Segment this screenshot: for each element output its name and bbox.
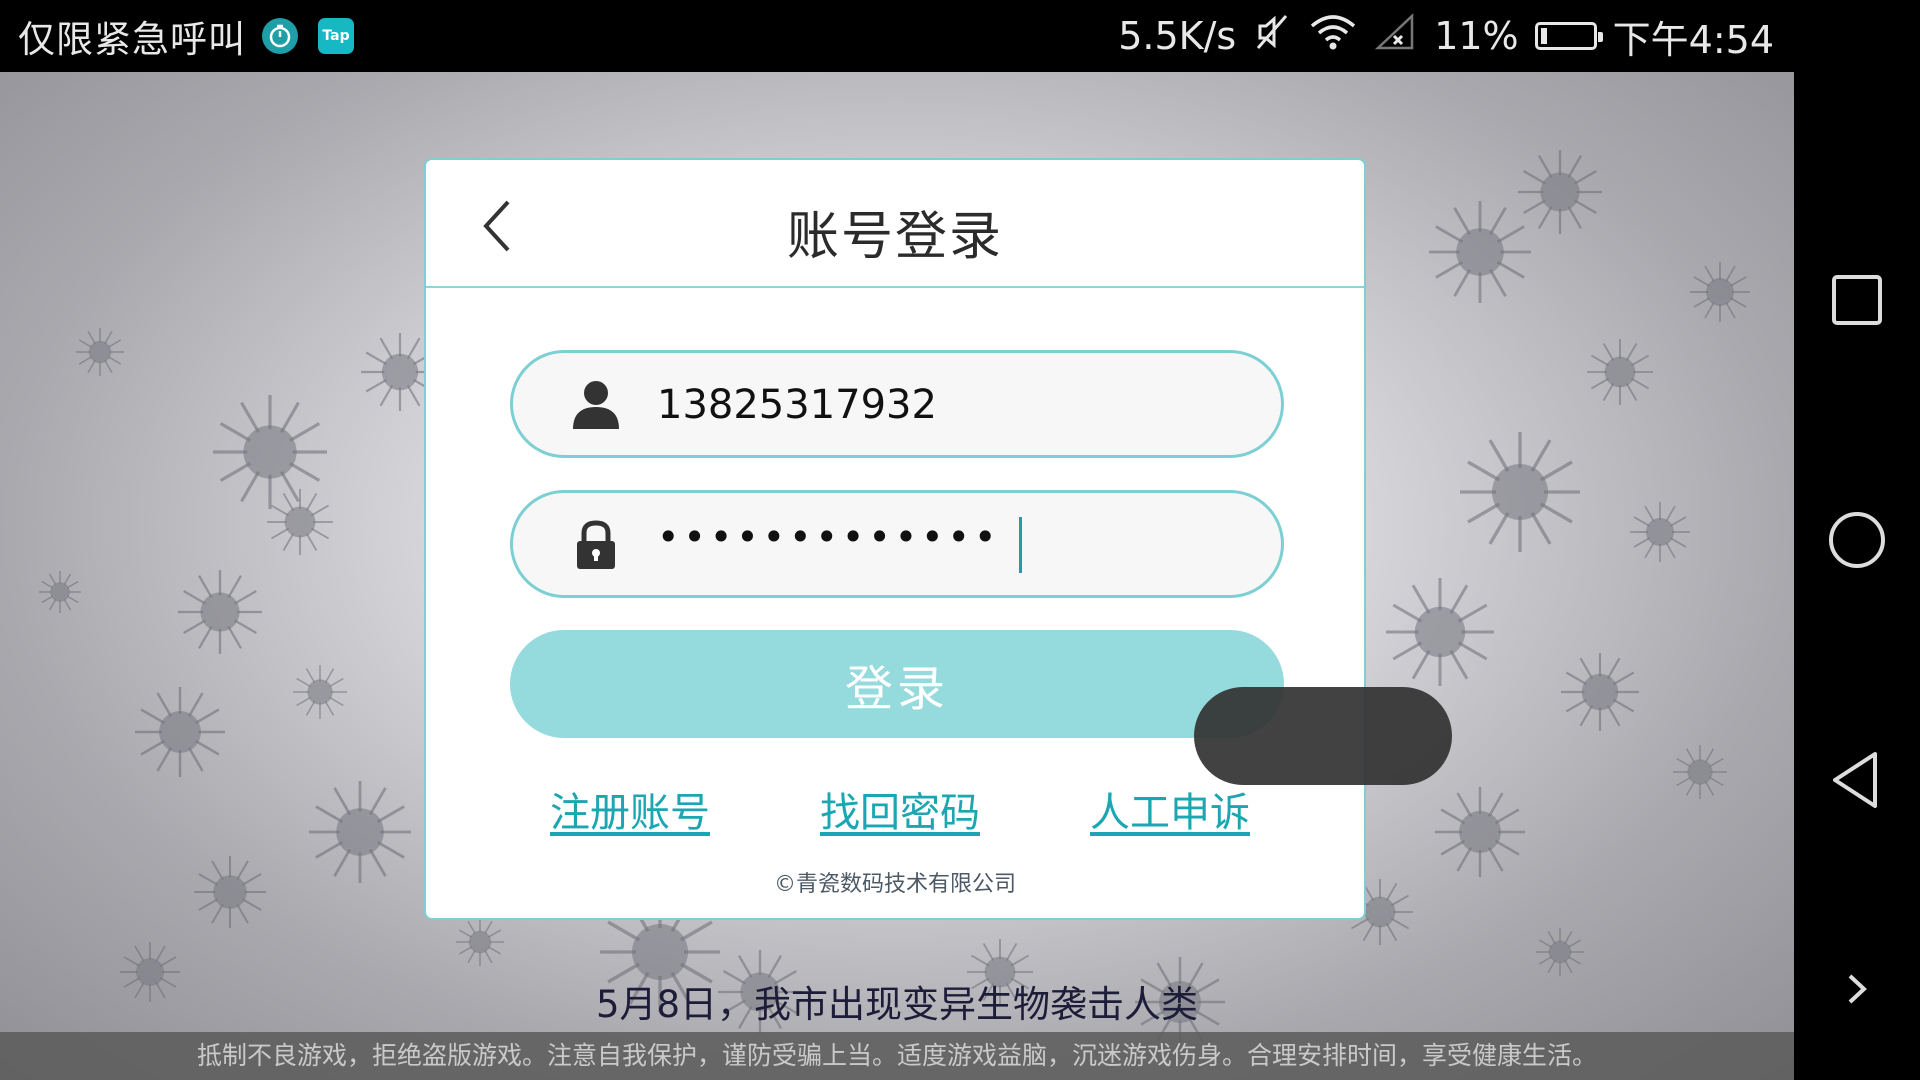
recover-password-link[interactable]: 找回密码 xyxy=(820,780,980,838)
username-field[interactable] xyxy=(510,350,1284,458)
user-icon xyxy=(571,379,621,431)
clock: 下午4:54 xyxy=(1612,17,1774,62)
tap-icon: Tap xyxy=(318,18,354,54)
lock-icon xyxy=(571,519,621,571)
health-notice: 抵制不良游戏，拒绝盗版游戏。注意自我保护，谨防受骗上当。适度游戏益脑，沉迷游戏伤… xyxy=(0,1032,1794,1080)
dialog-title: 账号登录 xyxy=(786,207,1003,267)
carrier-label: 仅限紧急呼叫 xyxy=(18,18,246,61)
battery-level xyxy=(1540,28,1547,44)
navigation-bar xyxy=(1794,0,1920,1080)
status-right: 5.5K/s 11% 下午4:54 xyxy=(1118,0,1774,72)
battery-icon xyxy=(1534,22,1603,50)
nav-back-icon[interactable] xyxy=(1823,746,1891,814)
wifi-icon xyxy=(1308,12,1358,61)
register-link[interactable]: 注册账号 xyxy=(550,780,710,838)
status-bar: 仅限紧急呼叫 Tap 5.5K/s 11% 下午4:54 xyxy=(0,0,1794,72)
text-caret xyxy=(1019,517,1022,573)
home-icon[interactable] xyxy=(1823,506,1891,574)
password-field[interactable]: ••••••••••••• xyxy=(510,490,1284,598)
chevron-right-icon[interactable] xyxy=(1838,960,1876,1018)
appeal-link[interactable]: 人工申诉 xyxy=(1090,780,1250,838)
login-button[interactable]: 登录 xyxy=(510,630,1284,738)
mute-icon xyxy=(1252,12,1292,61)
recent-apps-icon[interactable] xyxy=(1823,266,1891,334)
password-input[interactable]: ••••••••••••• xyxy=(657,515,1217,575)
status-left: 仅限紧急呼叫 Tap xyxy=(0,9,354,63)
battery-percent: 11% xyxy=(1434,14,1519,58)
dialog-header: 账号登录 xyxy=(426,160,1364,288)
stopwatch-icon xyxy=(262,18,298,54)
story-caption: 5月8日，我市出现变异生物袭击人类 xyxy=(595,983,1199,1026)
no-signal-icon xyxy=(1374,12,1418,61)
copyright: ©青瓷数码技术有限公司 xyxy=(773,872,1016,897)
net-speed: 5.5K/s xyxy=(1118,14,1237,58)
login-dialog: 账号登录 ••••••••••••• 登录 注册账号 找回密码 人工申诉 ©青瓷… xyxy=(424,158,1452,920)
username-input[interactable] xyxy=(657,375,1217,435)
toast-overlay xyxy=(1194,687,1452,785)
